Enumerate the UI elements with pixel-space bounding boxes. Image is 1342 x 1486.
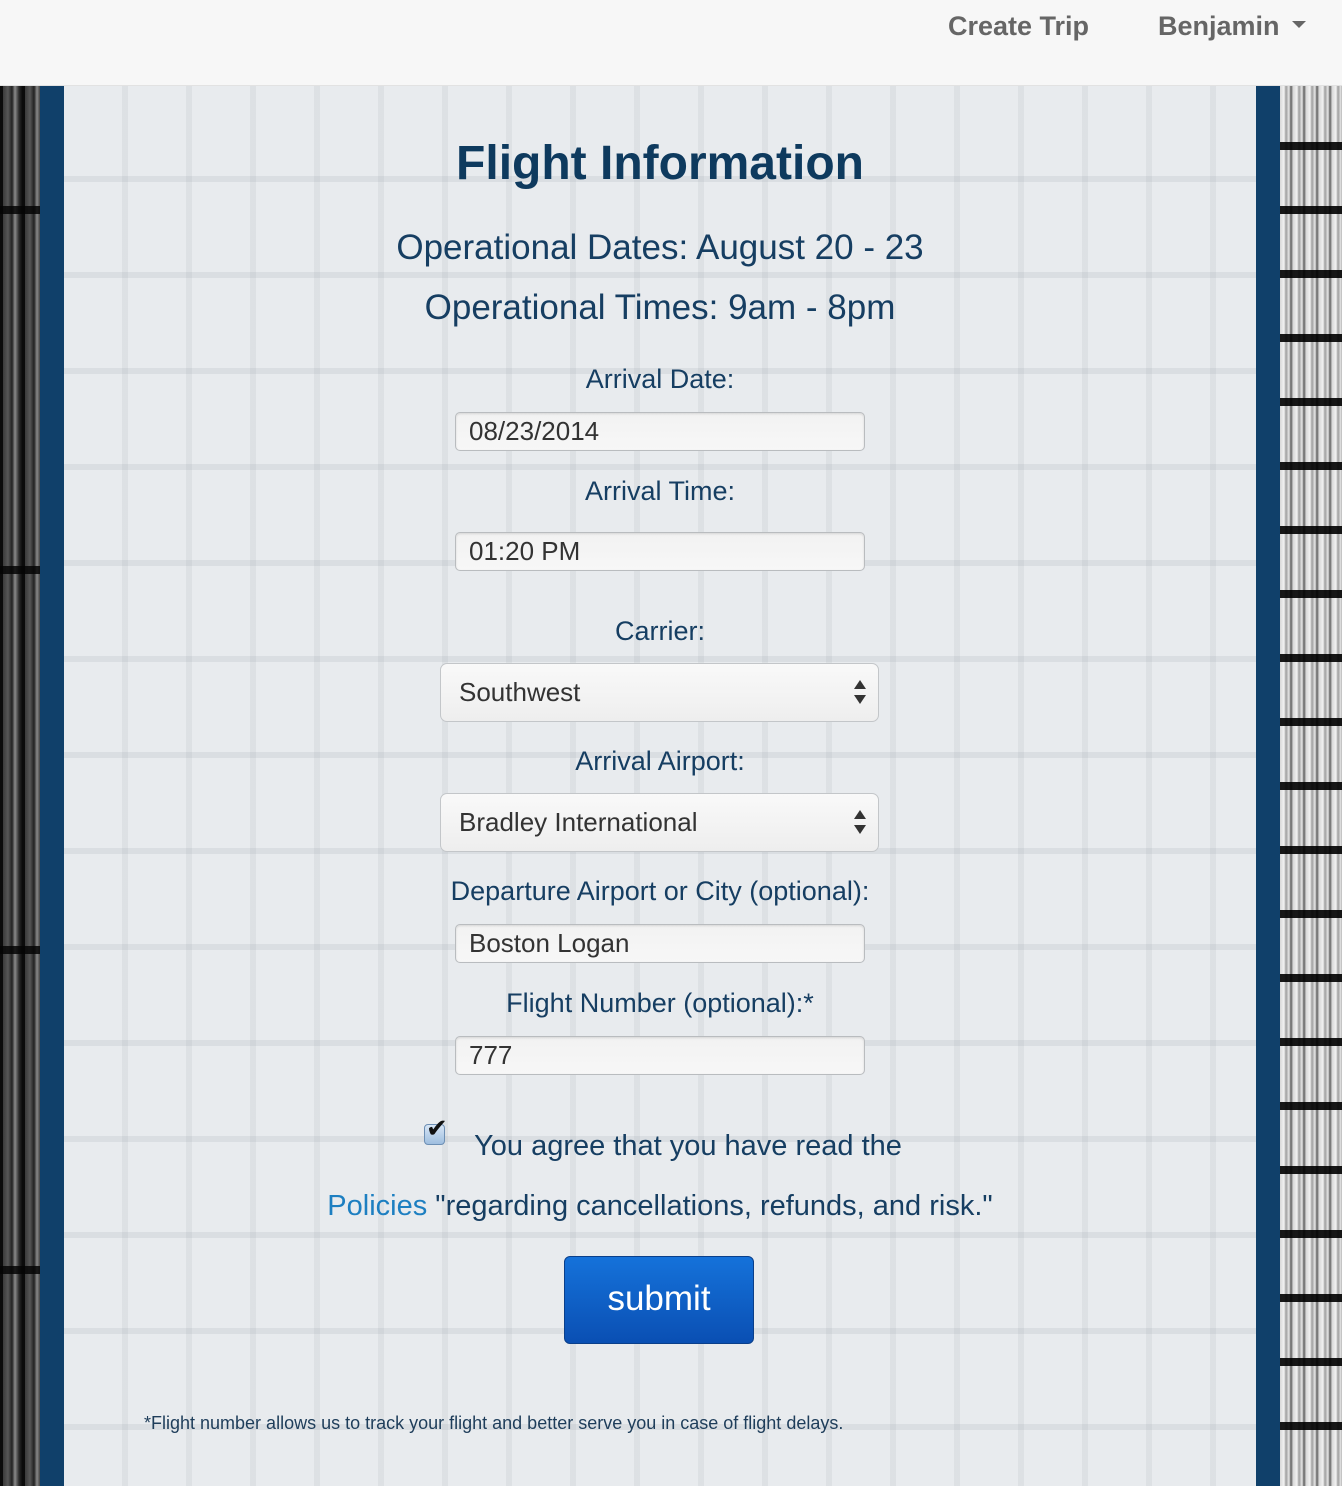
agree-text-line2: Policies "regarding cancellations, refun… xyxy=(64,1190,1256,1223)
create-trip-link[interactable]: Create Trip xyxy=(948,8,1089,44)
flight-number-footnote: *Flight number allows us to track your f… xyxy=(144,1413,844,1433)
submit-button[interactable]: submit xyxy=(564,1256,754,1344)
operational-dates: Operational Dates: August 20 - 23 xyxy=(396,228,924,267)
page-title: Flight Information xyxy=(456,137,864,190)
arrival-airport-label: Arrival Airport: xyxy=(575,746,745,776)
select-arrows-icon xyxy=(854,680,866,706)
top-navbar: Create Trip Benjamin xyxy=(0,0,1342,86)
agree-text-line1: You agree that you have read the xyxy=(474,1130,902,1162)
arrival-time-label: Arrival Time: xyxy=(584,476,736,506)
departure-label: Departure Airport or City (optional): xyxy=(450,876,870,906)
background-bookshelf-right xyxy=(1280,86,1342,1486)
arrival-time-input[interactable]: 01:20 PM xyxy=(455,532,865,571)
user-menu-dropdown[interactable]: Benjamin xyxy=(1158,8,1306,44)
flight-number-input[interactable]: 777 xyxy=(455,1036,865,1075)
select-arrows-icon xyxy=(854,810,866,836)
carrier-selected-value: Southwest xyxy=(459,677,581,707)
policies-link[interactable]: Policies xyxy=(327,1190,427,1222)
user-name: Benjamin xyxy=(1158,11,1280,41)
flight-form-panel: Flight Information Operational Dates: Au… xyxy=(64,86,1256,1486)
carrier-label: Carrier: xyxy=(614,616,705,646)
agree-text-tail: "regarding cancellations, refunds, and r… xyxy=(427,1190,993,1222)
arrival-airport-select[interactable]: Bradley International xyxy=(440,793,879,852)
arrival-date-label: Arrival Date: xyxy=(585,364,735,394)
caret-down-icon xyxy=(1291,21,1306,29)
arrival-date-input[interactable]: 08/23/2014 xyxy=(455,412,865,451)
arrival-airport-selected-value: Bradley International xyxy=(459,807,698,837)
departure-input[interactable]: Boston Logan xyxy=(455,924,865,963)
carrier-select[interactable]: Southwest xyxy=(440,663,879,722)
flight-number-label: Flight Number (optional):* xyxy=(506,988,814,1018)
operational-times: Operational Times: 9am - 8pm xyxy=(424,288,896,327)
